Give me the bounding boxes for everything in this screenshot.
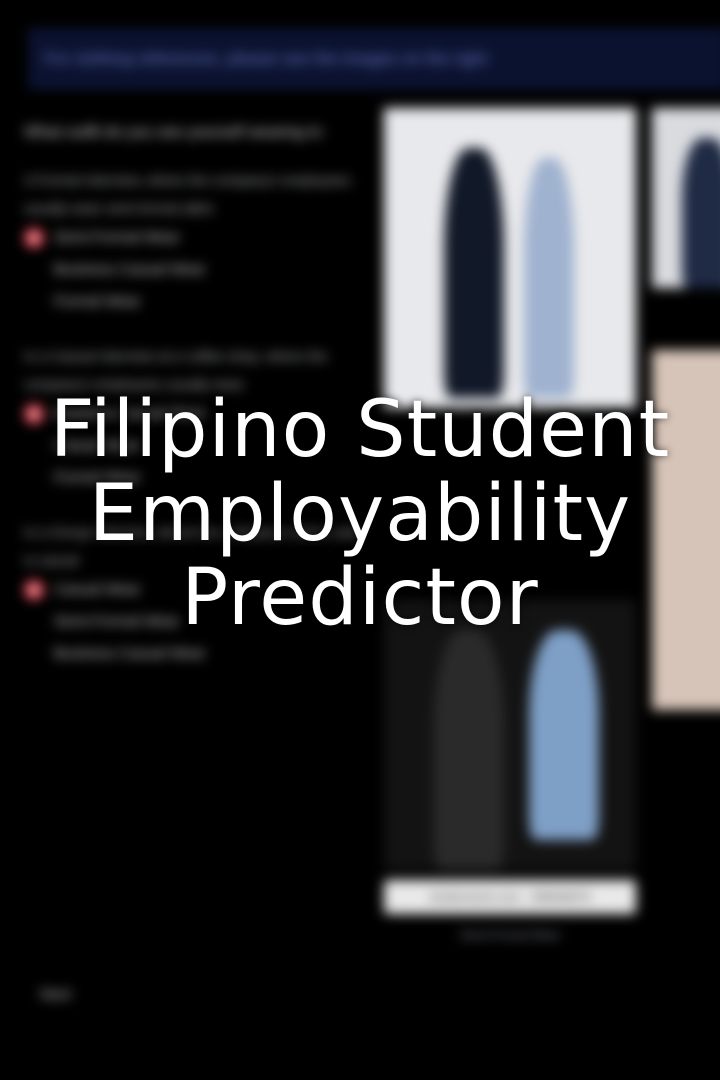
option-business-casual[interactable]: Business Casual Wear <box>24 254 364 286</box>
title-line-2: Employability <box>88 469 632 559</box>
image-watermark: shutterstock.com · 399568976 <box>384 880 636 914</box>
outfit-reference-image <box>652 108 720 288</box>
person-figure <box>444 148 504 398</box>
person-figure <box>434 630 504 870</box>
person-figure <box>682 138 720 288</box>
title-line-3: Predictor <box>181 553 539 643</box>
option-label: Business Casual Wear <box>54 645 206 662</box>
option-label: Formal Wear <box>54 293 141 310</box>
option-formal[interactable]: Formal Wear <box>24 286 364 318</box>
title-line-1: Filipino Student <box>49 385 671 475</box>
question-title: What outfit do you see yourself wearing … <box>24 124 326 141</box>
question-group-1: A Formal Interview, where the company's … <box>24 166 364 318</box>
outfit-reference-image <box>384 108 636 408</box>
option-label: Semi-Formal Wear <box>54 229 180 246</box>
person-figure <box>529 630 599 840</box>
image-caption: Semi-Formal Wear <box>459 928 561 942</box>
option-label: Business Casual Wear <box>54 261 206 278</box>
question-prompt: A Formal Interview, where the company's … <box>24 172 351 216</box>
person-figure <box>524 158 574 398</box>
next-button[interactable]: Next <box>40 986 71 1003</box>
info-banner: For clothing references, please see the … <box>28 28 720 90</box>
page-title-overlay: Filipino Student Employability Predictor <box>0 388 720 640</box>
option-semi-formal[interactable]: Semi-Formal Wear <box>24 222 364 254</box>
radio-selected-icon[interactable] <box>24 228 44 248</box>
